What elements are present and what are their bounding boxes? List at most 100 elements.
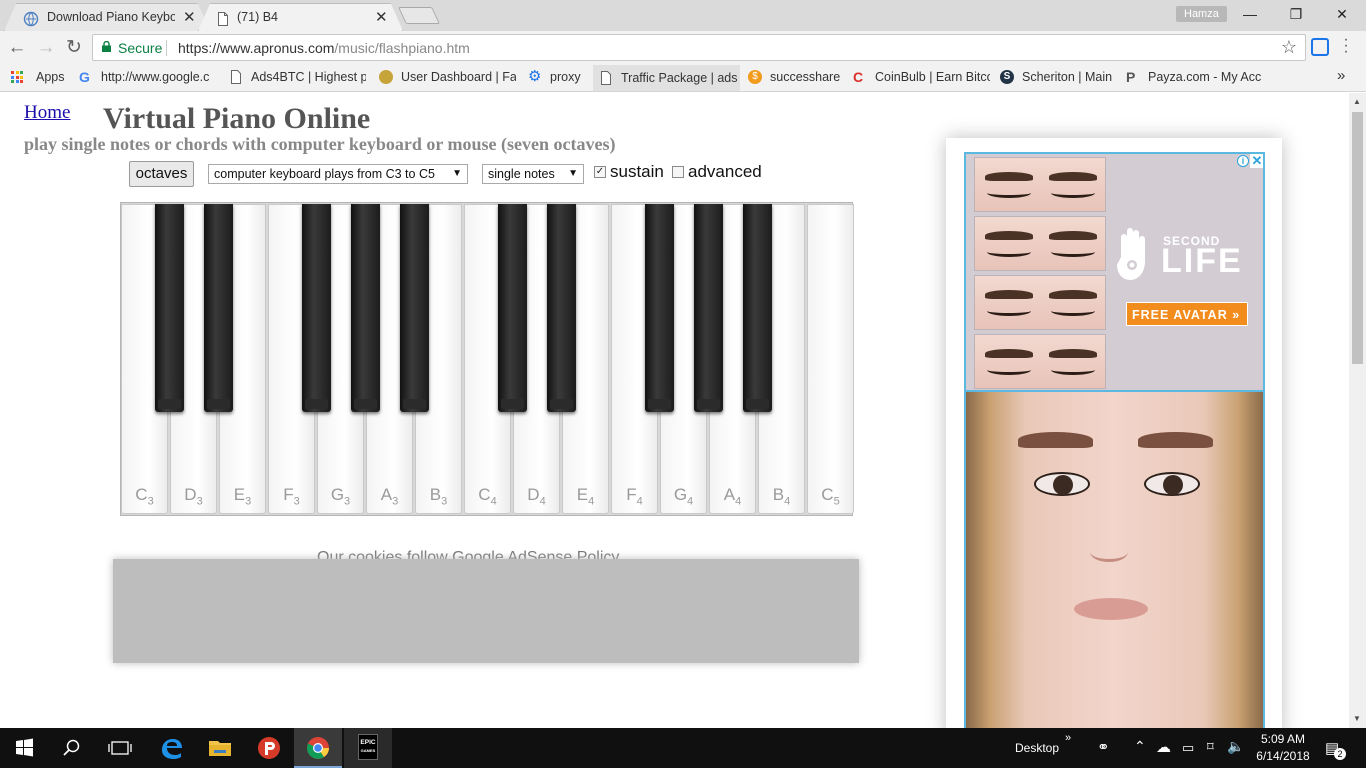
select-value: single notes [488, 167, 555, 181]
onedrive-icon[interactable]: ☁ [1156, 738, 1171, 756]
scroll-up-arrow-icon[interactable]: ▲ [1353, 97, 1361, 106]
key-label: F3 [283, 484, 300, 507]
vertical-scrollbar[interactable]: ▲ ▼ [1349, 93, 1366, 728]
google-icon: G [79, 70, 90, 84]
ad-banner: SECOND LIFE FREE AVATAR » [966, 154, 1263, 390]
bookmark-label: Traffic Package | ads [621, 71, 738, 85]
show-hidden-icons[interactable]: ⌃ [1134, 738, 1146, 755]
home-link[interactable]: Home [24, 102, 70, 124]
payza-icon: P [1126, 70, 1136, 84]
divider [166, 40, 167, 56]
chrome-menu-icon[interactable]: · · · [1342, 32, 1350, 60]
close-tab-icon[interactable]: ✕ [183, 8, 196, 26]
black-key[interactable] [547, 204, 576, 412]
key-label: B4 [772, 484, 791, 507]
clock-date[interactable]: 6/14/2018 [1254, 749, 1312, 763]
search-icon[interactable] [48, 728, 96, 768]
advanced-label: advanced [688, 162, 762, 181]
people-icon[interactable]: ⚭ [1097, 738, 1110, 756]
black-key[interactable] [351, 204, 380, 412]
address-bar[interactable]: Secure https://www.apronus.com/music/fla… [92, 34, 1306, 61]
bookmark-apps[interactable]: Apps [11, 70, 65, 84]
bookmark-label: Scheriton | Main [1022, 70, 1113, 84]
black-key[interactable] [302, 204, 331, 412]
minimize-icon[interactable]: — [1228, 4, 1272, 24]
clock-time[interactable]: 5:09 AM [1258, 732, 1308, 746]
bookmark-coinbulb[interactable]: C CoinBulb | Earn Bitco [853, 70, 990, 84]
play-mode-select[interactable]: single notes ▼ [482, 164, 584, 184]
reload-icon[interactable]: ↻ [63, 37, 85, 59]
tab-download-piano[interactable]: Download Piano Keyboar ✕ [4, 3, 210, 31]
bookmark-label: Ads4BTC | Highest p [251, 70, 366, 84]
profile-name[interactable]: Hamza [1176, 6, 1227, 22]
epic-games-launcher[interactable]: EPIC GAMES [344, 728, 392, 768]
key-label: E4 [576, 484, 595, 507]
extension-icon[interactable] [1311, 38, 1329, 56]
black-key[interactable] [645, 204, 674, 412]
piano-keyboard: C3 D3 E3 F3 G3 A3 B3 C4 D4 E4 F4 G4 A4 B4 C5 [120, 202, 854, 516]
new-tab-button[interactable] [398, 7, 440, 24]
white-key[interactable]: C5 [807, 204, 854, 514]
toolbar-expand-icon[interactable]: » [1065, 732, 1071, 744]
free-avatar-button[interactable]: FREE AVATAR » [1126, 302, 1248, 326]
scheriton-icon: S [1000, 70, 1014, 84]
black-key[interactable] [694, 204, 723, 412]
black-key[interactable] [743, 204, 772, 412]
scroll-down-arrow-icon[interactable]: ▼ [1353, 714, 1361, 723]
bookmark-label: successhare [770, 70, 841, 84]
second-life-ad[interactable]: SECOND LIFE FREE AVATAR » i ✕ [964, 152, 1265, 728]
notification-badge: 2 [1334, 748, 1346, 760]
bookmark-google[interactable]: G http://www.google.c [79, 70, 217, 84]
desktop-toolbar-label[interactable]: Desktop [1015, 741, 1059, 755]
globe-icon [23, 11, 39, 27]
scrollbar-thumb[interactable] [1352, 112, 1363, 364]
black-key[interactable] [204, 204, 233, 412]
bookmark-ads4btc[interactable]: Ads4BTC | Highest p [229, 70, 366, 84]
taskbar-chrome[interactable] [294, 728, 342, 768]
windows-start-icon[interactable] [0, 728, 48, 768]
bookmark-payza[interactable]: P Payza.com - My Acc [1126, 70, 1266, 84]
psiphon-icon[interactable] [245, 728, 293, 768]
url-text[interactable]: https://www.apronus.com/music/flashpiano… [178, 40, 470, 56]
close-window-icon[interactable]: ✕ [1320, 4, 1364, 24]
url-domain: https://www.apronus.com [178, 40, 335, 56]
bookmarks-overflow-icon[interactable]: » [1337, 67, 1345, 84]
bookmark-successhare[interactable]: $ successhare [748, 70, 840, 84]
bookmark-user-dashboard[interactable]: User Dashboard | Fa [379, 70, 516, 84]
lock-icon [102, 41, 111, 52]
black-key[interactable] [498, 204, 527, 412]
close-tab-icon[interactable]: ✕ [375, 8, 388, 26]
task-view-icon[interactable] [96, 728, 144, 768]
bookmark-proxy[interactable]: ⚙ proxy [528, 70, 581, 84]
sustain-checkbox[interactable]: ✓ [594, 166, 606, 178]
key-label: G4 [673, 484, 694, 507]
bookmark-scheriton[interactable]: S Scheriton | Main [1000, 70, 1112, 84]
epic-games-icon: EPIC GAMES [358, 734, 378, 760]
volume-icon[interactable]: 🔈 [1227, 738, 1244, 755]
black-key[interactable] [400, 204, 429, 412]
tab-active[interactable]: (71) B4 ✕ [198, 3, 403, 31]
bookmark-label: CoinBulb | Earn Bitco [875, 70, 990, 84]
bookmark-label: http://www.google.c [101, 70, 210, 84]
back-arrow-icon[interactable]: ← [6, 37, 28, 59]
dropdown-arrow-icon: ▼ [452, 168, 462, 179]
ad-eyes-image [974, 334, 1106, 389]
battery-icon[interactable]: ▭ [1182, 740, 1194, 756]
wifi-icon[interactable]: ⌑ [1207, 739, 1214, 755]
tab-title: Download Piano Keyboar [47, 10, 175, 24]
black-key[interactable] [155, 204, 184, 412]
file-explorer-icon[interactable] [196, 728, 244, 768]
page-title: Virtual Piano Online [103, 102, 371, 135]
ad-info-icon[interactable]: i [1237, 155, 1249, 167]
octaves-button[interactable]: octaves [129, 161, 194, 187]
keyboard-range-select[interactable]: computer keyboard plays from C3 to C5 ▼ [208, 164, 468, 184]
bookmark-traffic-package[interactable]: Traffic Package | ads [593, 65, 740, 91]
edge-icon[interactable] [148, 728, 196, 768]
maximize-icon[interactable]: ❐ [1274, 4, 1318, 24]
ad-close-icon[interactable]: ✕ [1250, 154, 1263, 168]
apps-grid-icon [11, 71, 23, 83]
forward-arrow-icon[interactable]: → [35, 37, 57, 59]
bookmark-star-icon[interactable]: ☆ [1281, 37, 1297, 58]
ad-eyes-image [974, 216, 1106, 271]
advanced-checkbox[interactable] [672, 166, 684, 178]
